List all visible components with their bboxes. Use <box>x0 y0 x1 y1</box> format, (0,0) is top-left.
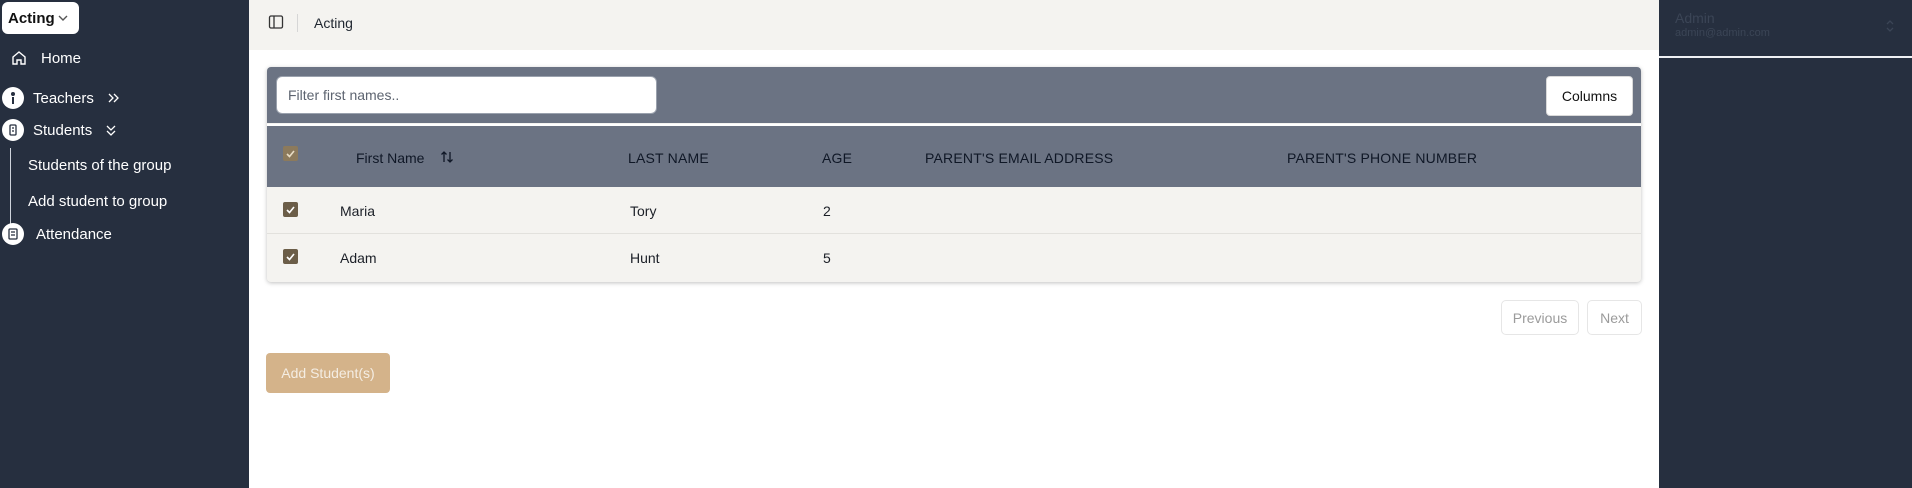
user-panel: Admin admin@admin.com <box>1659 0 1912 488</box>
cell-age: 2 <box>823 203 831 219</box>
home-icon <box>8 47 30 69</box>
row-checkbox[interactable] <box>283 249 298 264</box>
table-toolbar: Columns <box>267 67 1641 123</box>
chevrons-up-down-icon[interactable] <box>1884 18 1896 34</box>
row-checkbox[interactable] <box>283 202 298 217</box>
sidebar: Acting Home Teachers Students Students o… <box>0 0 249 488</box>
select-all-checkbox[interactable] <box>283 146 298 161</box>
table-header-row: First Name LAST NAME AGE PARENT'S EMAIL … <box>267 124 1641 187</box>
header-parent-email: PARENT'S EMAIL ADDRESS <box>925 150 1114 166</box>
user-name: Admin <box>1675 10 1715 26</box>
table-row[interactable]: Adam Hunt 5 <box>267 234 1641 281</box>
submenu-divider <box>10 148 11 231</box>
sidebar-item-attendance[interactable]: Attendance <box>2 223 112 245</box>
students-table: Columns First Name LAST NAME AGE PARENT'… <box>267 67 1641 282</box>
sidebar-item-students[interactable]: Students <box>2 119 118 141</box>
check-icon <box>286 253 295 261</box>
cell-first-name: Adam <box>340 250 377 266</box>
header-last-name: LAST NAME <box>628 150 709 166</box>
topbar: Acting <box>249 0 1659 50</box>
breadcrumb: Acting <box>314 15 353 31</box>
chevron-down-icon <box>58 15 68 21</box>
filter-first-names-input[interactable] <box>276 76 657 114</box>
sidebar-item-home[interactable]: Home <box>8 47 81 69</box>
add-students-button[interactable]: Add Student(s) <box>266 353 390 393</box>
header-parent-phone: PARENT'S PHONE NUMBER <box>1287 150 1478 166</box>
table-row[interactable]: Maria Tory 2 <box>267 187 1641 234</box>
sidebar-item-label: Students <box>33 121 93 139</box>
cell-first-name: Maria <box>340 203 376 219</box>
cell-last-name: Hunt <box>630 250 660 266</box>
previous-button[interactable]: Previous <box>1501 300 1579 335</box>
sidebar-subitem-add-student[interactable]: Add student to group <box>28 193 167 210</box>
sidebar-item-label: Attendance <box>36 225 112 243</box>
group-select[interactable]: Acting <box>2 2 79 34</box>
user-menu[interactable]: Admin admin@admin.com <box>1675 10 1770 39</box>
attendance-icon <box>2 223 24 245</box>
chevrons-right-icon <box>108 93 119 103</box>
topbar-divider <box>297 14 298 32</box>
sidebar-toggle-icon[interactable] <box>268 14 284 30</box>
user-panel-divider <box>1659 56 1912 58</box>
header-first-name[interactable]: First Name <box>356 150 424 166</box>
sidebar-item-teachers[interactable]: Teachers <box>2 87 120 109</box>
user-email: admin@admin.com <box>1675 27 1770 39</box>
check-icon <box>286 206 295 214</box>
columns-button[interactable]: Columns <box>1546 76 1633 116</box>
cell-last-name: Tory <box>630 203 657 219</box>
sort-icon[interactable] <box>439 149 455 165</box>
cell-age: 5 <box>823 250 831 266</box>
check-icon <box>286 150 295 158</box>
chevrons-down-icon <box>106 125 116 136</box>
main-content: Columns First Name LAST NAME AGE PARENT'… <box>249 50 1659 488</box>
student-icon <box>2 119 24 141</box>
group-select-value: Acting <box>8 9 55 27</box>
sidebar-item-label: Teachers <box>33 89 94 107</box>
sidebar-subitem-students-of-group[interactable]: Students of the group <box>28 157 171 174</box>
next-button[interactable]: Next <box>1587 300 1642 335</box>
sidebar-item-label: Home <box>41 49 82 67</box>
header-age: AGE <box>822 150 853 166</box>
teacher-icon <box>2 87 24 109</box>
